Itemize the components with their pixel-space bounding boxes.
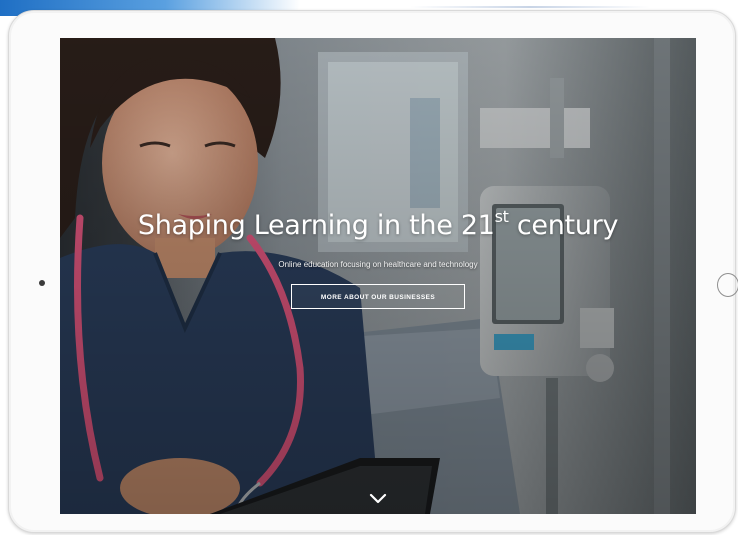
hero-title-superscript: st xyxy=(494,207,509,226)
camera-dot xyxy=(39,280,45,286)
decorative-line xyxy=(410,6,650,8)
hero-content: Shaping Learning in the 21st century Onl… xyxy=(60,204,696,309)
chevron-down-icon[interactable] xyxy=(368,492,388,506)
home-button[interactable] xyxy=(717,273,738,297)
hero-title: Shaping Learning in the 21st century xyxy=(60,204,696,248)
hero-title-main: Shaping Learning in the 21 xyxy=(137,210,495,241)
hero-subtitle: Online education focusing on healthcare … xyxy=(278,260,478,269)
stage: Shaping Learning in the 21st century Onl… xyxy=(0,0,738,535)
tablet-screen: Shaping Learning in the 21st century Onl… xyxy=(60,38,696,514)
more-about-businesses-button[interactable]: MORE ABOUT OUR BUSINESSES xyxy=(291,284,465,309)
hero-title-end: century xyxy=(508,210,619,241)
